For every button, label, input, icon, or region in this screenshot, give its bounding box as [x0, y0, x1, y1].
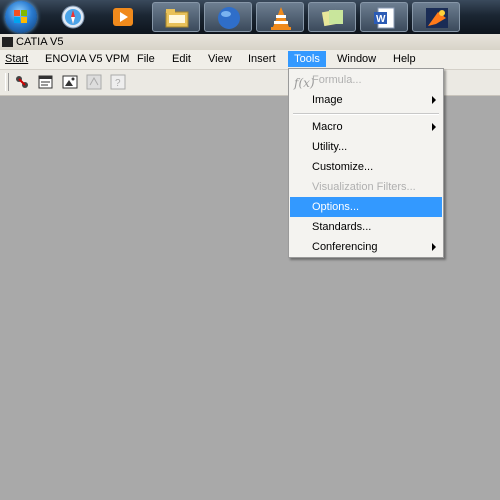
menu-start[interactable]: Start	[5, 53, 28, 65]
menu-view[interactable]: View	[208, 53, 232, 65]
menu-enovia[interactable]: ENOVIA V5 VPM	[45, 53, 129, 65]
menu-file[interactable]: File	[137, 53, 155, 65]
menu-item-conferencing[interactable]: Conferencing	[290, 237, 442, 257]
image-capture-icon[interactable]	[61, 73, 79, 91]
menu-edit[interactable]: Edit	[172, 53, 191, 65]
taskbar-item-catia[interactable]	[412, 2, 460, 32]
taskbar-item-media-player[interactable]	[106, 2, 140, 32]
globe-icon	[218, 7, 240, 29]
menu-tools[interactable]: Tools	[288, 51, 326, 67]
menu-item-utility[interactable]: Utility...	[290, 137, 442, 157]
menu-window[interactable]: Window	[337, 53, 376, 65]
taskbar-item-word[interactable]: W	[360, 2, 408, 32]
catia-app-icon	[426, 8, 448, 28]
title-bar: CATIA V5	[0, 34, 500, 50]
menu-help[interactable]: Help	[393, 53, 416, 65]
select-objects-icon[interactable]	[13, 73, 31, 91]
taskbar-item-safari[interactable]	[56, 2, 90, 32]
windows-orb-icon[interactable]	[5, 1, 37, 33]
menu-separator	[293, 113, 439, 115]
menu-item-macro[interactable]: Macro	[290, 117, 442, 137]
macro-disabled-icon[interactable]	[85, 73, 103, 91]
svg-text:?: ?	[115, 78, 121, 89]
menu-item-formula[interactable]: f(x) Formula...	[290, 70, 442, 90]
help-disabled-icon[interactable]: ?	[109, 73, 127, 91]
svg-text:W: W	[376, 14, 386, 25]
taskbar-item-explorer[interactable]	[152, 2, 200, 32]
properties-sheet-icon[interactable]	[37, 73, 55, 91]
menu-insert[interactable]: Insert	[248, 53, 276, 65]
menu-item-customize[interactable]: Customize...	[290, 157, 442, 177]
vlc-cone-icon	[271, 7, 291, 30]
folder-icon	[165, 9, 189, 28]
submenu-arrow-icon	[432, 96, 436, 104]
menu-item-visualization-filters[interactable]: Visualization Filters...	[290, 177, 442, 197]
window-title: CATIA V5	[16, 36, 64, 48]
tools-dropdown-menu: f(x) Formula... Image Macro Utility... C…	[288, 68, 444, 258]
menu-item-image[interactable]: Image	[290, 90, 442, 110]
menu-item-options[interactable]: Options...	[290, 197, 442, 217]
submenu-arrow-icon	[432, 243, 436, 251]
taskbar: W	[0, 0, 500, 34]
menu-item-standards[interactable]: Standards...	[290, 217, 442, 237]
catia-window-icon	[2, 37, 13, 47]
taskbar-item-sticky-notes[interactable]	[308, 2, 356, 32]
media-player-icon	[113, 8, 133, 26]
word-document-icon: W	[374, 7, 395, 29]
safari-compass-icon	[61, 5, 85, 29]
taskbar-item-browser[interactable]	[204, 2, 252, 32]
taskbar-item-vlc[interactable]	[256, 2, 304, 32]
sticky-notes-icon	[321, 9, 343, 27]
menu-bar: Start ENOVIA V5 VPM File Edit View Inser…	[0, 50, 500, 70]
submenu-arrow-icon	[432, 123, 436, 131]
toolbar-grip[interactable]	[5, 73, 9, 91]
